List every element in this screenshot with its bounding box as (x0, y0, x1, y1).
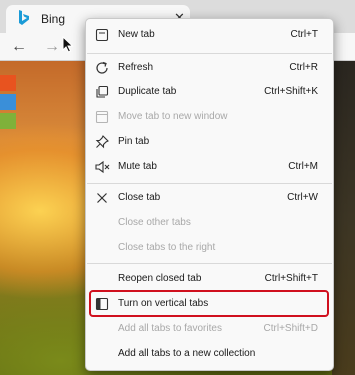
menu-item-label: New tab (118, 29, 155, 40)
menu-item-label: Pin tab (118, 136, 150, 147)
tab-context-menu: New tab Ctrl+T Refresh Ctrl+R Duplicate … (85, 18, 334, 371)
duplicate-icon (96, 85, 109, 98)
page-background-edge (332, 61, 355, 375)
menu-item-reopen-closed-tab[interactable]: Reopen closed tab Ctrl+Shift+T (86, 268, 333, 290)
menu-item-shortcut: Ctrl+Shift+K (264, 86, 318, 97)
menu-item-shortcut: Ctrl+M (288, 161, 318, 172)
tile-orange (0, 75, 16, 91)
menu-item-add-all-collection[interactable]: Add all tabs to a new collection (86, 343, 333, 365)
bing-logo-icon (19, 10, 29, 25)
menu-item-close-tabs-right[interactable]: Close tabs to the right (86, 237, 333, 259)
new-tab-icon (95, 28, 109, 42)
menu-item-close-tab[interactable]: Close tab Ctrl+W (86, 187, 333, 209)
menu-item-shortcut: Ctrl+Shift+D (263, 323, 318, 334)
tile-blue (0, 94, 16, 110)
menu-item-refresh[interactable]: Refresh Ctrl+R (86, 57, 333, 79)
menu-item-close-other-tabs[interactable]: Close other tabs (86, 212, 333, 234)
menu-item-new-tab[interactable]: New tab Ctrl+T (86, 24, 333, 46)
side-color-tiles (0, 75, 16, 132)
menu-separator (87, 263, 332, 264)
menu-item-shortcut: Ctrl+R (289, 62, 318, 73)
menu-item-label: Duplicate tab (118, 86, 177, 97)
menu-item-label: Close tabs to the right (118, 242, 216, 253)
highlight-box (89, 290, 329, 317)
menu-item-shortcut: Ctrl+W (287, 192, 318, 203)
menu-item-add-all-favorites[interactable]: Add all tabs to favorites Ctrl+Shift+D (86, 318, 333, 340)
menu-item-label: Mute tab (118, 161, 157, 172)
menu-item-shortcut: Ctrl+Shift+T (264, 273, 318, 284)
move-window-icon (95, 110, 109, 124)
menu-item-label: Refresh (118, 62, 154, 73)
menu-separator (87, 183, 332, 184)
menu-item-move-tab[interactable]: Move tab to new window (86, 106, 333, 128)
mouse-cursor-icon (62, 36, 74, 53)
speaker-mute-icon (95, 160, 110, 174)
tile-green (0, 113, 16, 129)
menu-item-pin-tab[interactable]: Pin tab (86, 131, 333, 153)
menu-item-duplicate-tab[interactable]: Duplicate tab Ctrl+Shift+K (86, 81, 333, 103)
menu-item-mute-tab[interactable]: Mute tab Ctrl+M (86, 156, 333, 178)
back-arrow-icon[interactable]: ← (11, 38, 27, 56)
menu-item-label: Add all tabs to favorites (118, 323, 222, 334)
menu-item-label: Move tab to new window (118, 111, 228, 122)
refresh-icon (96, 61, 108, 74)
forward-arrow-icon[interactable]: → (44, 38, 60, 56)
menu-item-shortcut: Ctrl+T (290, 29, 319, 40)
menu-item-label: Close tab (118, 192, 161, 203)
close-icon (97, 193, 107, 203)
pin-icon (95, 135, 109, 149)
menu-item-label: Close other tabs (118, 217, 191, 228)
menu-item-label: Reopen closed tab (118, 273, 202, 284)
menu-separator (87, 53, 332, 54)
tab-title: Bing (41, 12, 66, 26)
menu-item-label: Add all tabs to a new collection (118, 348, 256, 359)
